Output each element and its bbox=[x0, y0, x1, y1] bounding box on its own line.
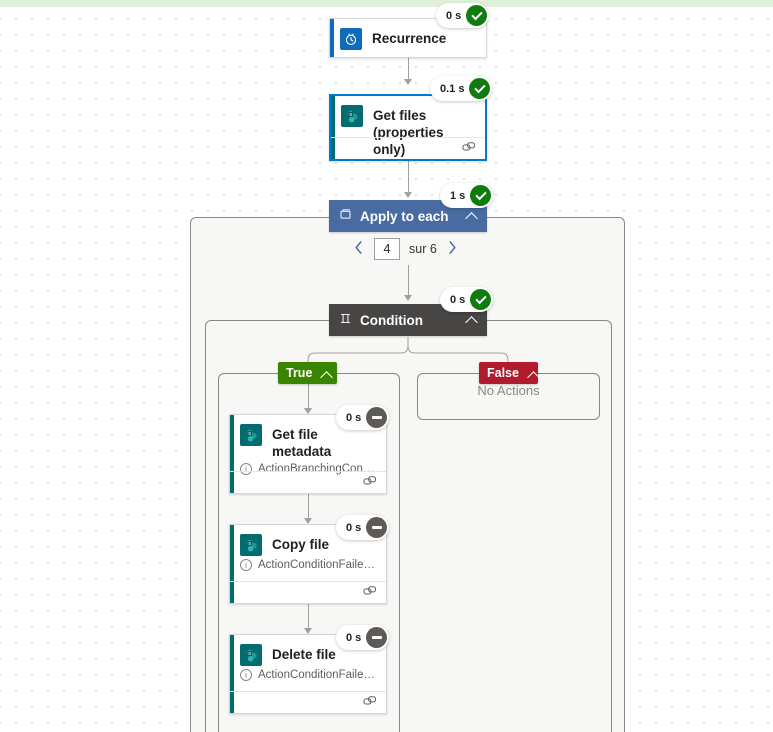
pager-current-page[interactable]: 4 bbox=[374, 238, 400, 260]
links-icon[interactable] bbox=[462, 140, 476, 158]
recurrence-status-pill: 0 s bbox=[436, 3, 490, 28]
svg-text:S: S bbox=[349, 111, 352, 116]
true-branch-text: True bbox=[286, 366, 313, 380]
pager-total-label: sur 6 bbox=[409, 242, 437, 256]
connector-action2-action3 bbox=[308, 604, 309, 629]
delete-file-status-pill: 0 s bbox=[336, 625, 390, 650]
delete-file-message: ActionConditionFailed. The... bbox=[258, 669, 376, 681]
success-check-icon bbox=[466, 5, 488, 26]
get-files-duration: 0.1 s bbox=[440, 82, 465, 95]
apply-to-each-title: Apply to each bbox=[360, 208, 449, 224]
get-files-card-footer bbox=[331, 137, 485, 159]
sharepoint-icon: S bbox=[240, 644, 262, 666]
copy-file-title: Copy file bbox=[272, 537, 330, 552]
sharepoint-icon: S bbox=[240, 424, 262, 446]
chevron-up-icon[interactable] bbox=[527, 368, 530, 379]
svg-text:S: S bbox=[248, 430, 251, 435]
connector-action1-action2 bbox=[308, 494, 309, 519]
flow-run-canvas: No Actions Recurrence 0 s S Get files (p… bbox=[0, 0, 773, 732]
chevron-up-icon[interactable] bbox=[320, 368, 329, 379]
get-file-metadata-duration: 0 s bbox=[346, 411, 362, 424]
get-file-metadata-footer bbox=[230, 471, 386, 493]
links-icon[interactable] bbox=[363, 474, 377, 492]
success-check-icon bbox=[470, 289, 492, 310]
true-branch-label[interactable]: True bbox=[278, 362, 337, 384]
copy-file-status: i ActionConditionFailed. The... bbox=[230, 559, 386, 577]
node-recurrence-title: Recurrence bbox=[372, 31, 447, 46]
clock-icon bbox=[340, 28, 362, 50]
delete-file-footer bbox=[230, 691, 386, 713]
copy-file-message: ActionConditionFailed. The... bbox=[258, 559, 376, 571]
skipped-minus-icon bbox=[366, 517, 388, 538]
links-icon[interactable] bbox=[363, 694, 377, 712]
delete-file-duration: 0 s bbox=[346, 631, 362, 644]
success-check-icon bbox=[470, 185, 492, 206]
delete-file-status: i ActionConditionFailed. The... bbox=[230, 669, 386, 687]
condition-status-pill: 0 s bbox=[440, 287, 494, 312]
info-icon: i bbox=[240, 559, 252, 571]
condition-title: Condition bbox=[360, 312, 423, 328]
links-icon[interactable] bbox=[363, 584, 377, 602]
false-branch-text: False bbox=[487, 366, 519, 380]
success-check-icon bbox=[469, 78, 491, 99]
apply-to-each-duration: 1 s bbox=[450, 189, 466, 202]
sharepoint-icon: S bbox=[341, 105, 363, 127]
connector-true-action1 bbox=[308, 384, 309, 409]
copy-file-status-pill: 0 s bbox=[336, 515, 390, 540]
false-branch-label[interactable]: False bbox=[479, 362, 538, 384]
apply-to-each-status-pill: 1 s bbox=[440, 183, 494, 208]
info-icon: i bbox=[240, 669, 252, 681]
svg-text:S: S bbox=[248, 540, 251, 545]
copy-file-footer bbox=[230, 581, 386, 603]
node-get-files[interactable]: S Get files (properties only) bbox=[329, 94, 487, 161]
copy-file-duration: 0 s bbox=[346, 521, 362, 534]
chevron-up-icon[interactable] bbox=[465, 209, 479, 223]
skipped-minus-icon bbox=[366, 627, 388, 648]
chevron-left-icon[interactable] bbox=[352, 240, 365, 258]
chevron-up-icon[interactable] bbox=[465, 313, 479, 327]
foreach-icon bbox=[339, 208, 352, 224]
svg-text:S: S bbox=[248, 650, 251, 655]
skipped-minus-icon bbox=[366, 407, 388, 428]
apply-to-each-pager: 4 sur 6 bbox=[352, 238, 459, 260]
get-file-metadata-status-pill: 0 s bbox=[336, 405, 390, 430]
recurrence-accent-bar bbox=[330, 19, 334, 57]
condition-icon bbox=[339, 312, 352, 328]
sharepoint-icon: S bbox=[240, 534, 262, 556]
delete-file-title: Delete file bbox=[272, 647, 336, 662]
condition-duration: 0 s bbox=[450, 293, 466, 306]
get-files-status-pill: 0.1 s bbox=[430, 76, 493, 101]
recurrence-duration: 0 s bbox=[446, 9, 462, 22]
chevron-right-icon[interactable] bbox=[446, 240, 459, 258]
